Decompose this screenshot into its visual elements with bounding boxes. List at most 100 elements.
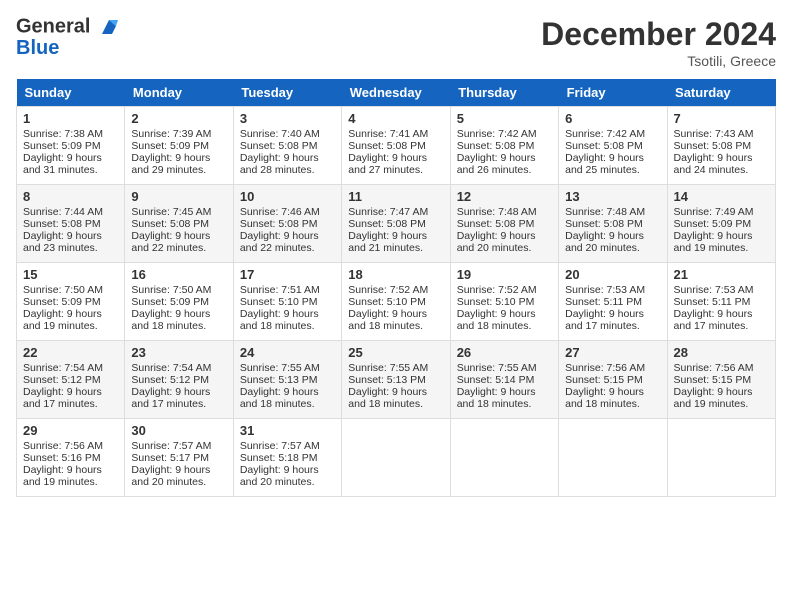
- day-info: Sunrise: 7:42 AM: [565, 128, 660, 140]
- day-info: Daylight: 9 hours: [348, 386, 443, 398]
- day-info: Daylight: 9 hours: [565, 386, 660, 398]
- calendar-week-row: 8Sunrise: 7:44 AMSunset: 5:08 PMDaylight…: [17, 185, 776, 263]
- day-info: Sunset: 5:15 PM: [674, 374, 769, 386]
- day-number: 5: [457, 111, 552, 126]
- day-info: Sunrise: 7:54 AM: [131, 362, 226, 374]
- day-info: Daylight: 9 hours: [131, 386, 226, 398]
- day-info: Sunset: 5:08 PM: [565, 218, 660, 230]
- day-number: 16: [131, 267, 226, 282]
- day-info: Daylight: 9 hours: [23, 308, 118, 320]
- day-info: and 18 minutes.: [348, 320, 443, 332]
- calendar-cell: 30Sunrise: 7:57 AMSunset: 5:17 PMDayligh…: [125, 419, 233, 497]
- calendar-cell: 1Sunrise: 7:38 AMSunset: 5:09 PMDaylight…: [17, 107, 125, 185]
- calendar-cell: 26Sunrise: 7:55 AMSunset: 5:14 PMDayligh…: [450, 341, 558, 419]
- day-info: Sunset: 5:09 PM: [131, 140, 226, 152]
- calendar-cell: 17Sunrise: 7:51 AMSunset: 5:10 PMDayligh…: [233, 263, 341, 341]
- calendar-cell: 18Sunrise: 7:52 AMSunset: 5:10 PMDayligh…: [342, 263, 450, 341]
- day-info: Sunset: 5:16 PM: [23, 452, 118, 464]
- day-info: Daylight: 9 hours: [674, 308, 769, 320]
- day-info: and 28 minutes.: [240, 164, 335, 176]
- calendar-cell: 24Sunrise: 7:55 AMSunset: 5:13 PMDayligh…: [233, 341, 341, 419]
- day-number: 7: [674, 111, 769, 126]
- calendar-cell: [450, 419, 558, 497]
- weekday-header: Monday: [125, 79, 233, 107]
- day-number: 6: [565, 111, 660, 126]
- day-number: 22: [23, 345, 118, 360]
- day-info: Daylight: 9 hours: [131, 152, 226, 164]
- day-info: Sunset: 5:15 PM: [565, 374, 660, 386]
- calendar-cell: 19Sunrise: 7:52 AMSunset: 5:10 PMDayligh…: [450, 263, 558, 341]
- calendar-cell: 10Sunrise: 7:46 AMSunset: 5:08 PMDayligh…: [233, 185, 341, 263]
- day-info: Daylight: 9 hours: [240, 152, 335, 164]
- day-info: Sunset: 5:09 PM: [131, 296, 226, 308]
- day-info: Daylight: 9 hours: [457, 308, 552, 320]
- day-number: 28: [674, 345, 769, 360]
- day-info: and 19 minutes.: [674, 242, 769, 254]
- day-info: Sunset: 5:08 PM: [457, 140, 552, 152]
- calendar-cell: 22Sunrise: 7:54 AMSunset: 5:12 PMDayligh…: [17, 341, 125, 419]
- weekday-header: Sunday: [17, 79, 125, 107]
- day-info: and 21 minutes.: [348, 242, 443, 254]
- day-info: Sunrise: 7:46 AM: [240, 206, 335, 218]
- day-info: Daylight: 9 hours: [131, 464, 226, 476]
- day-info: Sunrise: 7:56 AM: [565, 362, 660, 374]
- day-number: 3: [240, 111, 335, 126]
- day-info: and 23 minutes.: [23, 242, 118, 254]
- day-info: Sunset: 5:08 PM: [131, 218, 226, 230]
- calendar-week-row: 22Sunrise: 7:54 AMSunset: 5:12 PMDayligh…: [17, 341, 776, 419]
- logo: General Blue: [16, 16, 120, 58]
- day-info: Sunrise: 7:40 AM: [240, 128, 335, 140]
- day-info: Sunset: 5:08 PM: [240, 218, 335, 230]
- calendar-cell: 31Sunrise: 7:57 AMSunset: 5:18 PMDayligh…: [233, 419, 341, 497]
- day-number: 10: [240, 189, 335, 204]
- day-number: 31: [240, 423, 335, 438]
- day-info: and 24 minutes.: [674, 164, 769, 176]
- day-info: and 19 minutes.: [23, 320, 118, 332]
- day-info: Sunrise: 7:56 AM: [674, 362, 769, 374]
- day-info: and 26 minutes.: [457, 164, 552, 176]
- weekday-header: Tuesday: [233, 79, 341, 107]
- calendar-week-row: 29Sunrise: 7:56 AMSunset: 5:16 PMDayligh…: [17, 419, 776, 497]
- day-info: Daylight: 9 hours: [457, 152, 552, 164]
- day-info: Sunrise: 7:41 AM: [348, 128, 443, 140]
- day-info: and 31 minutes.: [23, 164, 118, 176]
- calendar-cell: 15Sunrise: 7:50 AMSunset: 5:09 PMDayligh…: [17, 263, 125, 341]
- weekday-header: Friday: [559, 79, 667, 107]
- day-info: Sunrise: 7:50 AM: [131, 284, 226, 296]
- day-number: 29: [23, 423, 118, 438]
- day-info: and 25 minutes.: [565, 164, 660, 176]
- day-info: Daylight: 9 hours: [240, 308, 335, 320]
- calendar-cell: 9Sunrise: 7:45 AMSunset: 5:08 PMDaylight…: [125, 185, 233, 263]
- day-info: and 20 minutes.: [457, 242, 552, 254]
- day-info: Daylight: 9 hours: [674, 386, 769, 398]
- day-info: and 17 minutes.: [565, 320, 660, 332]
- day-info: Daylight: 9 hours: [23, 464, 118, 476]
- calendar-cell: 25Sunrise: 7:55 AMSunset: 5:13 PMDayligh…: [342, 341, 450, 419]
- location: Tsotili, Greece: [541, 53, 776, 69]
- day-info: and 20 minutes.: [565, 242, 660, 254]
- day-info: Sunset: 5:09 PM: [674, 218, 769, 230]
- day-info: Sunrise: 7:53 AM: [674, 284, 769, 296]
- day-info: and 19 minutes.: [23, 476, 118, 488]
- day-info: Sunset: 5:13 PM: [240, 374, 335, 386]
- day-info: and 17 minutes.: [674, 320, 769, 332]
- day-info: Sunset: 5:08 PM: [457, 218, 552, 230]
- day-number: 8: [23, 189, 118, 204]
- day-info: Sunrise: 7:43 AM: [674, 128, 769, 140]
- calendar-body: 1Sunrise: 7:38 AMSunset: 5:09 PMDaylight…: [17, 107, 776, 497]
- day-number: 1: [23, 111, 118, 126]
- calendar-cell: 14Sunrise: 7:49 AMSunset: 5:09 PMDayligh…: [667, 185, 775, 263]
- day-info: Daylight: 9 hours: [240, 386, 335, 398]
- calendar-week-row: 15Sunrise: 7:50 AMSunset: 5:09 PMDayligh…: [17, 263, 776, 341]
- day-info: and 17 minutes.: [23, 398, 118, 410]
- day-number: 13: [565, 189, 660, 204]
- calendar-table: SundayMondayTuesdayWednesdayThursdayFrid…: [16, 79, 776, 497]
- day-number: 25: [348, 345, 443, 360]
- day-number: 4: [348, 111, 443, 126]
- day-info: Sunset: 5:14 PM: [457, 374, 552, 386]
- calendar-cell: 6Sunrise: 7:42 AMSunset: 5:08 PMDaylight…: [559, 107, 667, 185]
- day-info: Sunset: 5:08 PM: [23, 218, 118, 230]
- day-info: Sunrise: 7:53 AM: [565, 284, 660, 296]
- day-info: Sunset: 5:08 PM: [565, 140, 660, 152]
- calendar-cell: [667, 419, 775, 497]
